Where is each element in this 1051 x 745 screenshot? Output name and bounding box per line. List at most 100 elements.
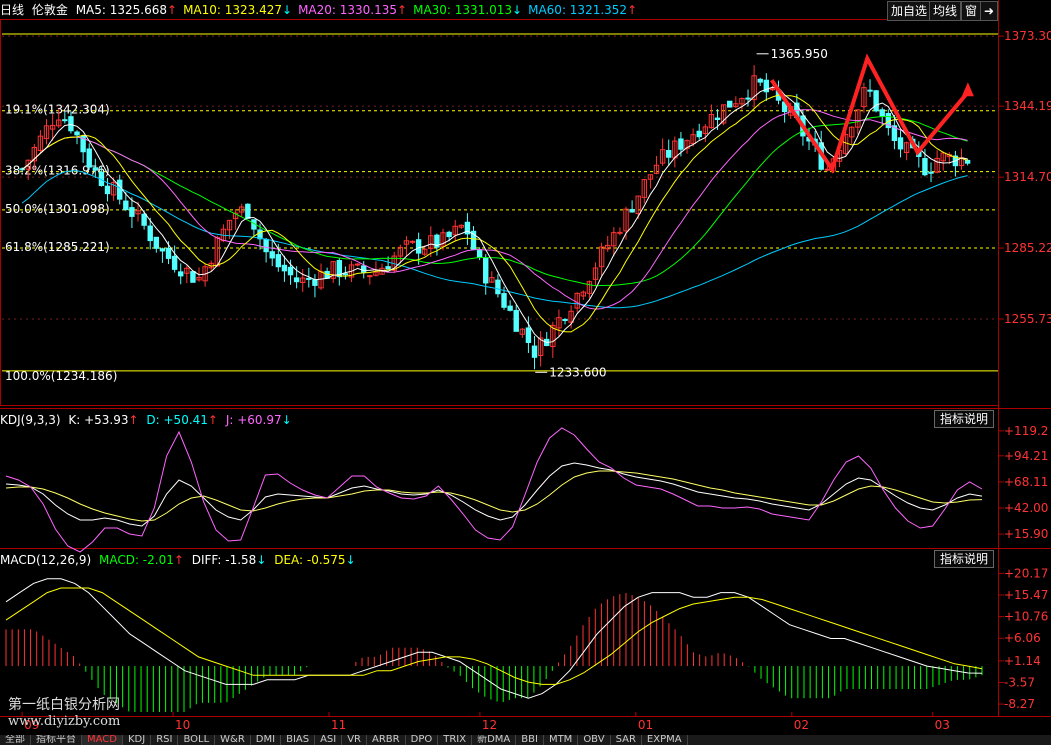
macd-diff-line bbox=[5, 578, 983, 699]
ma30-line bbox=[21, 116, 968, 287]
candle-down bbox=[513, 309, 519, 332]
candle-down bbox=[123, 200, 129, 211]
exit-arrow-icon[interactable]: ➜ bbox=[980, 1, 999, 21]
fib-level-label: 50.0%(1301.098) bbox=[5, 202, 110, 216]
macd-tick-label: -3.57 bbox=[1004, 675, 1035, 689]
diff-value: DIFF: -1.58 bbox=[191, 553, 257, 567]
tab-19[interactable]: EXPMA bbox=[642, 735, 688, 745]
kdj-d-arrow: ↑ bbox=[207, 413, 218, 427]
ma-legend-arrow: ↑ bbox=[627, 3, 638, 17]
fib-level-label: 100.0%(1234.186) bbox=[5, 369, 117, 383]
candle-down bbox=[678, 138, 684, 150]
tab-15[interactable]: BBI bbox=[516, 735, 544, 745]
ma-legend-arrow: ↓ bbox=[282, 3, 293, 17]
tab-0[interactable]: 全部 bbox=[0, 735, 31, 745]
macd-tick-label: +10.76 bbox=[1004, 610, 1048, 624]
tab-2[interactable]: MACD bbox=[82, 735, 123, 745]
chart-canvas: 1373.303 1344.194 1314.707 1285.221 1255.734… bbox=[0, 0, 1051, 732]
candle-down bbox=[306, 277, 312, 280]
candle-up bbox=[367, 275, 373, 278]
watermark-url: www.diyizby.com bbox=[8, 714, 121, 729]
tab-11[interactable]: ARBR bbox=[367, 735, 406, 745]
ma-legend-item: MA60: 1321.352 bbox=[528, 3, 628, 17]
price-tick-label: 1314.707 bbox=[1004, 170, 1051, 184]
kdj-k-value: K: +53.93 bbox=[68, 413, 129, 427]
candle-down bbox=[178, 271, 184, 277]
price-tick-label: 1255.734 bbox=[1004, 312, 1051, 326]
kdj-title: KDJ(9,3,3) bbox=[0, 413, 61, 427]
candle-down bbox=[629, 208, 635, 213]
candle-down bbox=[483, 257, 489, 284]
macd-title: MACD(12,26,9) bbox=[0, 553, 92, 567]
candle-down bbox=[92, 167, 99, 171]
dea-value: DEA: -0.575 bbox=[274, 553, 346, 567]
tab-13[interactable]: TRIX bbox=[438, 735, 473, 745]
ma-legend-arrow: ↑ bbox=[167, 3, 178, 17]
moving-average-button[interactable]: 均线 bbox=[929, 1, 962, 21]
kdj-j-value: J: +60.97 bbox=[225, 413, 282, 427]
macd-help-button[interactable]: 指标说明 bbox=[933, 550, 994, 568]
candle-down bbox=[531, 345, 538, 358]
ma10-line bbox=[21, 94, 968, 333]
candle-down bbox=[293, 277, 300, 283]
x-axis-label: 02 bbox=[794, 718, 809, 732]
kdj-tick-label: +15.90 bbox=[1004, 527, 1048, 541]
macd-tick-label: +15.47 bbox=[1004, 588, 1048, 602]
tab-8[interactable]: BIAS bbox=[281, 735, 316, 745]
kdj-tick-label: +68.11 bbox=[1004, 475, 1048, 489]
window-button[interactable]: 窗 bbox=[961, 1, 982, 21]
tab-4[interactable]: RSI bbox=[151, 735, 179, 745]
ma-legend-arrow: ↑ bbox=[397, 3, 408, 17]
tab-17[interactable]: OBV bbox=[578, 735, 611, 745]
candle-down bbox=[275, 254, 282, 268]
candle-down bbox=[696, 130, 702, 138]
tab-12[interactable]: DPO bbox=[406, 735, 439, 745]
ma-legend-item: MA20: 1330.135 bbox=[298, 3, 398, 17]
candle-down bbox=[446, 231, 452, 238]
candle-up bbox=[354, 263, 361, 266]
fib-level-label: 19.1%(1342.304) bbox=[5, 103, 110, 117]
tab-6[interactable]: W&R bbox=[215, 735, 251, 745]
ma-legend-arrow: ↓ bbox=[512, 3, 523, 17]
diff-arrow: ↓ bbox=[256, 553, 267, 567]
candle-down bbox=[745, 97, 751, 100]
tab-18[interactable]: SAR bbox=[611, 735, 642, 745]
ma-legend-item: MA30: 1331.013 bbox=[413, 3, 513, 17]
candle-down bbox=[159, 248, 166, 252]
kdj-help-button[interactable]: 指标说明 bbox=[933, 410, 994, 428]
period-label: 日线 bbox=[0, 3, 25, 17]
tab-5[interactable]: BOLL bbox=[178, 735, 216, 745]
candle-down bbox=[281, 264, 288, 272]
candle-down bbox=[190, 271, 196, 283]
candle-down bbox=[147, 225, 153, 242]
ma-legend: MA5: 1325.668↑ MA10: 1323.427↓ MA20: 1330.… bbox=[76, 3, 643, 17]
candle-down bbox=[495, 279, 501, 295]
tab-16[interactable]: MTM bbox=[544, 735, 579, 745]
candle-down bbox=[86, 148, 92, 168]
candle-down bbox=[263, 238, 269, 253]
candle-down bbox=[525, 327, 532, 343]
tab-14[interactable]: 新DMA bbox=[472, 735, 517, 745]
add-watchlist-button[interactable]: 加自选 bbox=[887, 1, 932, 21]
tab-1[interactable]: 指标平台 bbox=[31, 735, 82, 745]
tab-3[interactable]: KDJ bbox=[123, 735, 152, 745]
candle-up bbox=[409, 240, 416, 243]
candle-down bbox=[879, 109, 885, 117]
candle-down bbox=[757, 78, 763, 83]
candle-down bbox=[562, 318, 568, 321]
tab-10[interactable]: VR bbox=[342, 735, 368, 745]
macd-value: MACD: -2.01 bbox=[98, 553, 174, 567]
x-axis-label: 01 bbox=[638, 718, 653, 732]
macd-dea-line bbox=[5, 587, 983, 685]
candle-up bbox=[617, 231, 623, 234]
candle-down bbox=[666, 150, 672, 158]
candle-down bbox=[922, 158, 928, 176]
macd-header: MACD(12,26,9) MACD: -2.01↑ DIFF: -1.58↓ … bbox=[0, 551, 360, 569]
trend-zigzag-annotation bbox=[770, 53, 970, 174]
candle-down bbox=[714, 117, 721, 121]
candle-down bbox=[171, 255, 178, 270]
candle-up bbox=[824, 168, 831, 171]
macd-histogram bbox=[5, 593, 983, 712]
tab-9[interactable]: ASI bbox=[315, 735, 343, 745]
tab-7[interactable]: DMI bbox=[251, 735, 282, 745]
